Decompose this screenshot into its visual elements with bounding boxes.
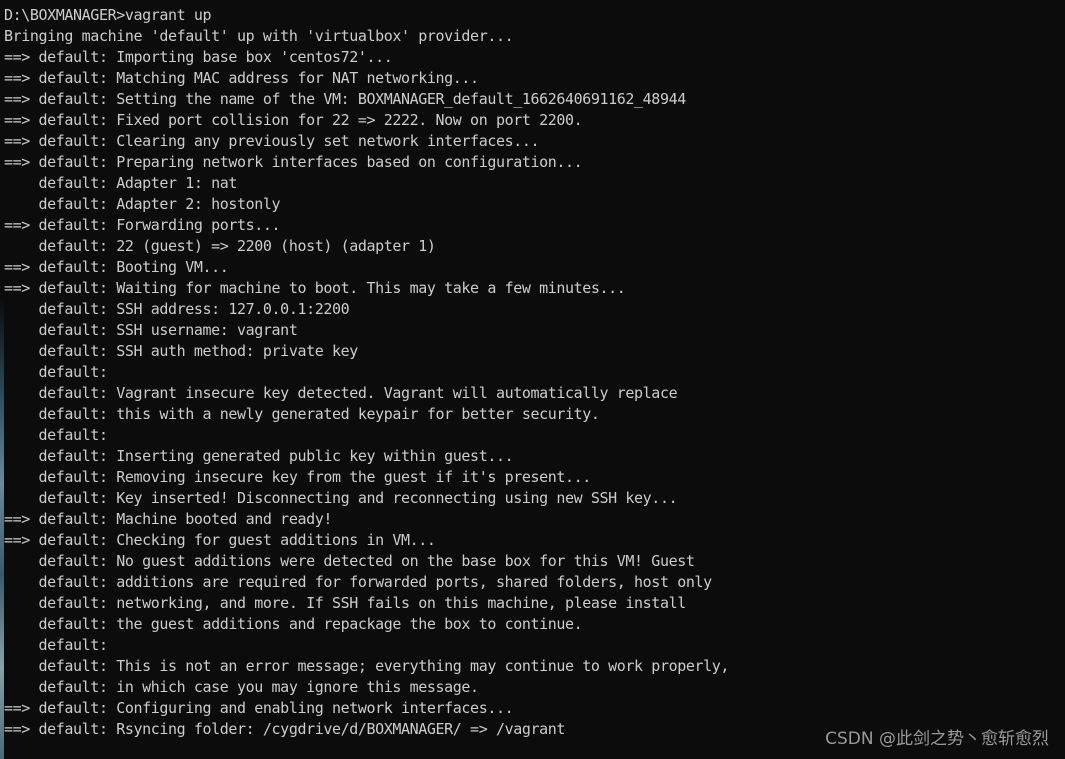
terminal-line: default: networking, and more. If SSH fa… — [4, 594, 687, 612]
terminal-line: ==> default: Machine booted and ready! — [4, 510, 332, 528]
terminal-line: ==> default: Forwarding ports... — [4, 216, 281, 234]
terminal-line: default: SSH username: vagrant — [4, 321, 298, 339]
terminal-line: default: Key inserted! Disconnecting and… — [4, 489, 678, 507]
terminal-line: default: — [4, 426, 108, 444]
terminal-line: default: Vagrant insecure key detected. … — [4, 384, 678, 402]
terminal-line: default: this with a newly generated key… — [4, 405, 600, 423]
terminal-line: default: Adapter 2: hostonly — [4, 195, 281, 213]
terminal-line: ==> default: Configuring and enabling ne… — [4, 699, 514, 717]
terminal-line: default: Removing insecure key from the … — [4, 468, 592, 486]
terminal-line: ==> default: Checking for guest addition… — [4, 531, 436, 549]
terminal-line: ==> default: Preparing network interface… — [4, 153, 583, 171]
terminal-line: ==> default: Importing base box 'centos7… — [4, 48, 393, 66]
terminal-line: default: Inserting generated public key … — [4, 447, 514, 465]
terminal-line: default: No guest additions were detecte… — [4, 552, 695, 570]
terminal-line: default: Adapter 1: nat — [4, 174, 238, 192]
csdn-watermark: CSDN @此剑之势丶愈斩愈烈 — [825, 729, 1049, 749]
terminal-window[interactable]: D:\BOXMANAGER>vagrant up Bringing machine… — [0, 0, 1065, 759]
terminal-output: D:\BOXMANAGER>vagrant up Bringing machine… — [4, 5, 1065, 740]
terminal-line: ==> default: Matching MAC address for NA… — [4, 69, 479, 87]
terminal-line: default: 22 (guest) => 2200 (host) (adap… — [4, 237, 436, 255]
terminal-line: ==> default: Waiting for machine to boot… — [4, 279, 626, 297]
terminal-line: D:\BOXMANAGER>vagrant up — [4, 6, 212, 24]
terminal-line: ==> default: Clearing any previously set… — [4, 132, 540, 150]
terminal-line: default: additions are required for forw… — [4, 573, 713, 591]
terminal-line: default: the guest additions and repacka… — [4, 615, 583, 633]
terminal-line: default: in which case you may ignore th… — [4, 678, 480, 696]
terminal-line: ==> default: Booting VM... — [4, 258, 229, 276]
terminal-line: default: This is not an error message; e… — [4, 657, 730, 675]
terminal-line: ==> default: Fixed port collision for 22… — [4, 111, 583, 129]
terminal-line: default: — [4, 363, 108, 381]
terminal-line: ==> default: Setting the name of the VM:… — [4, 90, 686, 108]
terminal-line: default: SSH address: 127.0.0.1:2200 — [4, 300, 350, 318]
terminal-line: Bringing machine 'default' up with 'virt… — [4, 27, 514, 45]
terminal-line: default: — [4, 636, 108, 654]
terminal-line: default: SSH auth method: private key — [4, 342, 359, 360]
